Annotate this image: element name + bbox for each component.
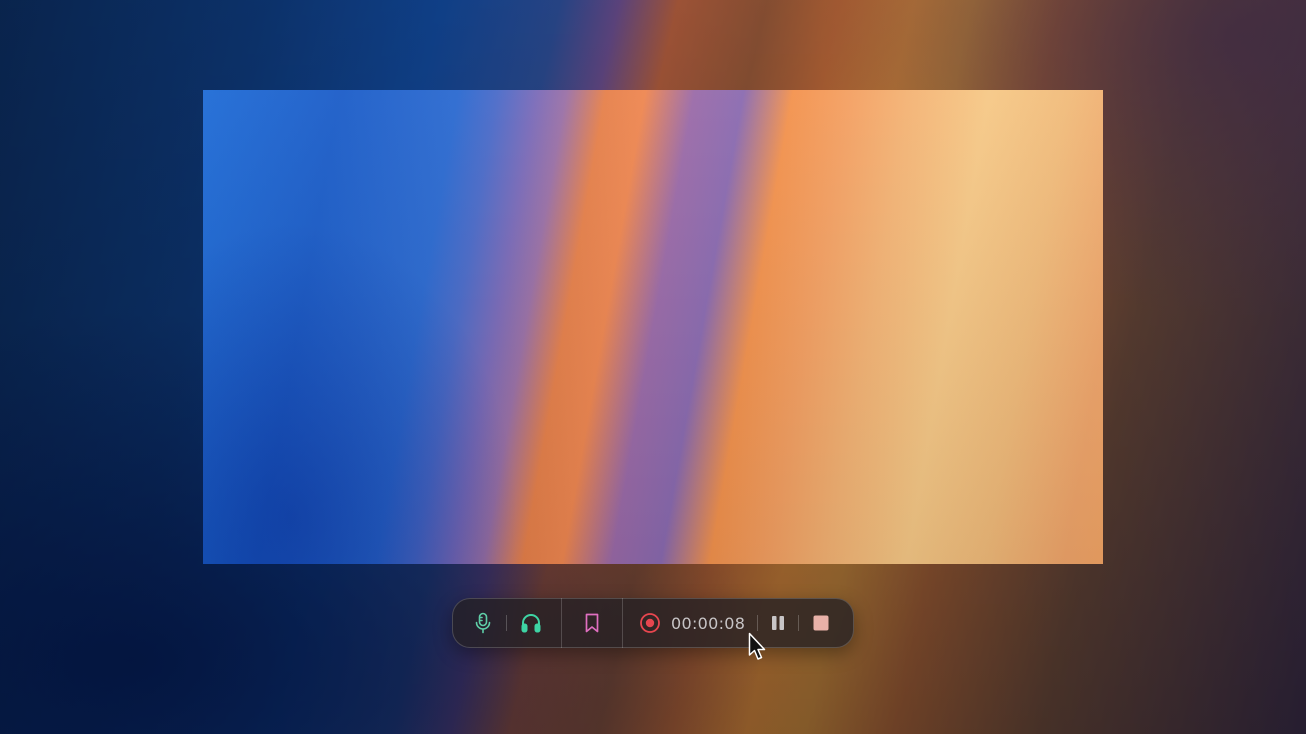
recording-timer: 00:00:08 <box>671 613 746 633</box>
stop-icon <box>813 615 829 631</box>
bookmark-icon <box>585 613 599 633</box>
recording-toolbar: 00:00:08 <box>452 598 854 648</box>
desktop-wallpaper: 00:00:08 <box>0 0 1306 734</box>
toolbar-divider <box>506 615 507 631</box>
toolbar-section-divider <box>561 598 562 648</box>
system-audio-button[interactable] <box>515 607 547 639</box>
stop-button[interactable] <box>799 607 843 639</box>
headphones-icon <box>521 614 541 633</box>
pause-icon <box>772 616 785 630</box>
microphone-icon <box>475 612 491 634</box>
bookmark-button[interactable] <box>576 607 608 639</box>
toolbar-section-divider <box>622 598 623 648</box>
recording-status <box>635 607 665 639</box>
record-icon <box>640 613 660 633</box>
pause-button[interactable] <box>758 607 798 639</box>
microphone-button[interactable] <box>467 607 499 639</box>
recording-area-selection[interactable] <box>203 90 1103 564</box>
